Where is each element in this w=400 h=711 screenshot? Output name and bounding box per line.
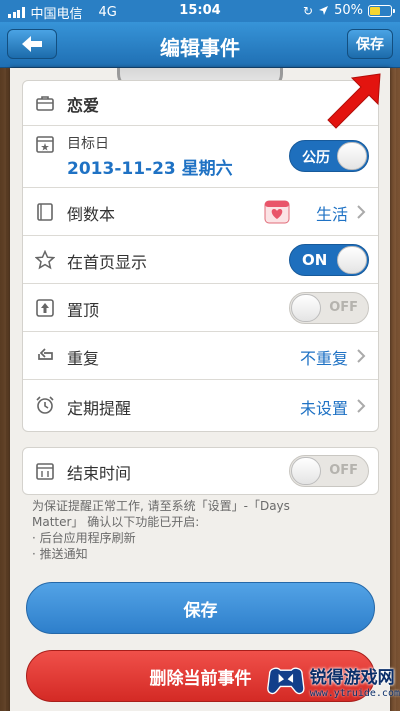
alarm-icon bbox=[36, 396, 54, 414]
site-watermark: 锐得游戏网 www.ytruide.com bbox=[266, 650, 400, 711]
watermark-title: 锐得游戏网 bbox=[309, 667, 395, 688]
calendar-type-toggle[interactable]: 公历 bbox=[289, 140, 369, 172]
gamepad-logo-icon bbox=[267, 667, 305, 694]
location-icon bbox=[319, 6, 329, 15]
calendar-end-icon bbox=[36, 463, 54, 480]
orientation-lock-icon: ↻ bbox=[303, 3, 314, 18]
target-date-row[interactable]: 目标日 2013-11-23 星期六 公历 bbox=[23, 125, 378, 187]
red-arrow-annotation bbox=[327, 73, 381, 129]
target-date-label: 目标日 bbox=[67, 136, 109, 152]
toggle-knob bbox=[337, 246, 367, 274]
repeat-label: 重复 bbox=[67, 349, 100, 368]
pin-label: 置顶 bbox=[67, 301, 100, 320]
end-time-label: 结束时间 bbox=[67, 464, 132, 483]
repeat-row[interactable]: 重复 不重复 bbox=[23, 331, 378, 379]
note-line: Matter」 确认以下功能已开启: bbox=[32, 515, 200, 529]
category-label: 恋爱 bbox=[67, 96, 100, 115]
reminder-label: 定期提醒 bbox=[67, 399, 132, 418]
repeat-icon bbox=[38, 348, 53, 360]
homepage-label: 在首页显示 bbox=[67, 253, 148, 272]
homepage-toggle-text: ON bbox=[302, 251, 328, 269]
pin-toggle[interactable]: OFF bbox=[289, 292, 369, 324]
chevron-right-icon bbox=[357, 205, 366, 219]
briefcase-icon bbox=[36, 96, 54, 111]
calendar-star-icon bbox=[36, 136, 54, 153]
permission-note: 为保证提醒正常工作, 请至系统「设置」-「Days Matter」 确认以下功能… bbox=[32, 498, 372, 562]
star-icon bbox=[35, 250, 55, 270]
reminder-row[interactable]: 定期提醒 未设置 bbox=[23, 379, 378, 431]
repeat-value: 不重复 bbox=[299, 349, 348, 368]
pin-row: 置顶 OFF bbox=[23, 283, 378, 331]
calendar-type-text: 公历 bbox=[302, 150, 330, 166]
page-title: 编辑事件 bbox=[160, 36, 240, 60]
status-bar: 中国电信 4G 15:04 ↻ 50% bbox=[0, 0, 400, 22]
toggle-knob bbox=[337, 142, 367, 170]
book-icon bbox=[37, 203, 53, 221]
end-time-row: 结束时间 OFF bbox=[23, 448, 378, 494]
book-row[interactable]: 倒数本 生活 bbox=[23, 187, 378, 235]
note-line: · 后台应用程序刷新 bbox=[32, 531, 136, 545]
battery-percent: 50% bbox=[334, 3, 363, 18]
homepage-toggle[interactable]: ON bbox=[289, 244, 369, 276]
battery-icon bbox=[368, 4, 395, 17]
save-button[interactable]: 保存 bbox=[26, 582, 375, 634]
chevron-right-icon bbox=[357, 349, 366, 363]
book-label: 倒数本 bbox=[67, 205, 116, 224]
pin-toggle-text: OFF bbox=[329, 300, 358, 315]
end-time-toggle-text: OFF bbox=[329, 463, 358, 478]
book-value: 生活 bbox=[315, 205, 348, 224]
note-line: 为保证提醒正常工作, 请至系统「设置」-「Days bbox=[32, 499, 290, 513]
nav-bar: 编辑事件 保存 bbox=[0, 22, 400, 68]
settings-card: 恋爱 目标日 2013-11-23 星期六 公历 倒数本 生活 在首页显示 ON… bbox=[22, 80, 379, 432]
homepage-row: 在首页显示 ON bbox=[23, 235, 378, 283]
reminder-value: 未设置 bbox=[299, 399, 348, 418]
save-button-top[interactable]: 保存 bbox=[347, 29, 393, 59]
watermark-url: www.ytruide.com bbox=[309, 687, 400, 699]
status-right: ↻ 50% bbox=[303, 3, 395, 18]
end-time-toggle[interactable]: OFF bbox=[289, 455, 369, 487]
chevron-right-icon bbox=[357, 399, 366, 413]
pin-top-icon bbox=[36, 299, 54, 317]
end-time-card: 结束时间 OFF bbox=[22, 447, 379, 495]
target-date-value: 2013-11-23 星期六 bbox=[67, 159, 233, 179]
toggle-knob bbox=[291, 294, 321, 322]
toggle-knob bbox=[291, 457, 321, 485]
note-line: · 推送通知 bbox=[32, 547, 88, 561]
life-calendar-icon bbox=[264, 200, 290, 224]
